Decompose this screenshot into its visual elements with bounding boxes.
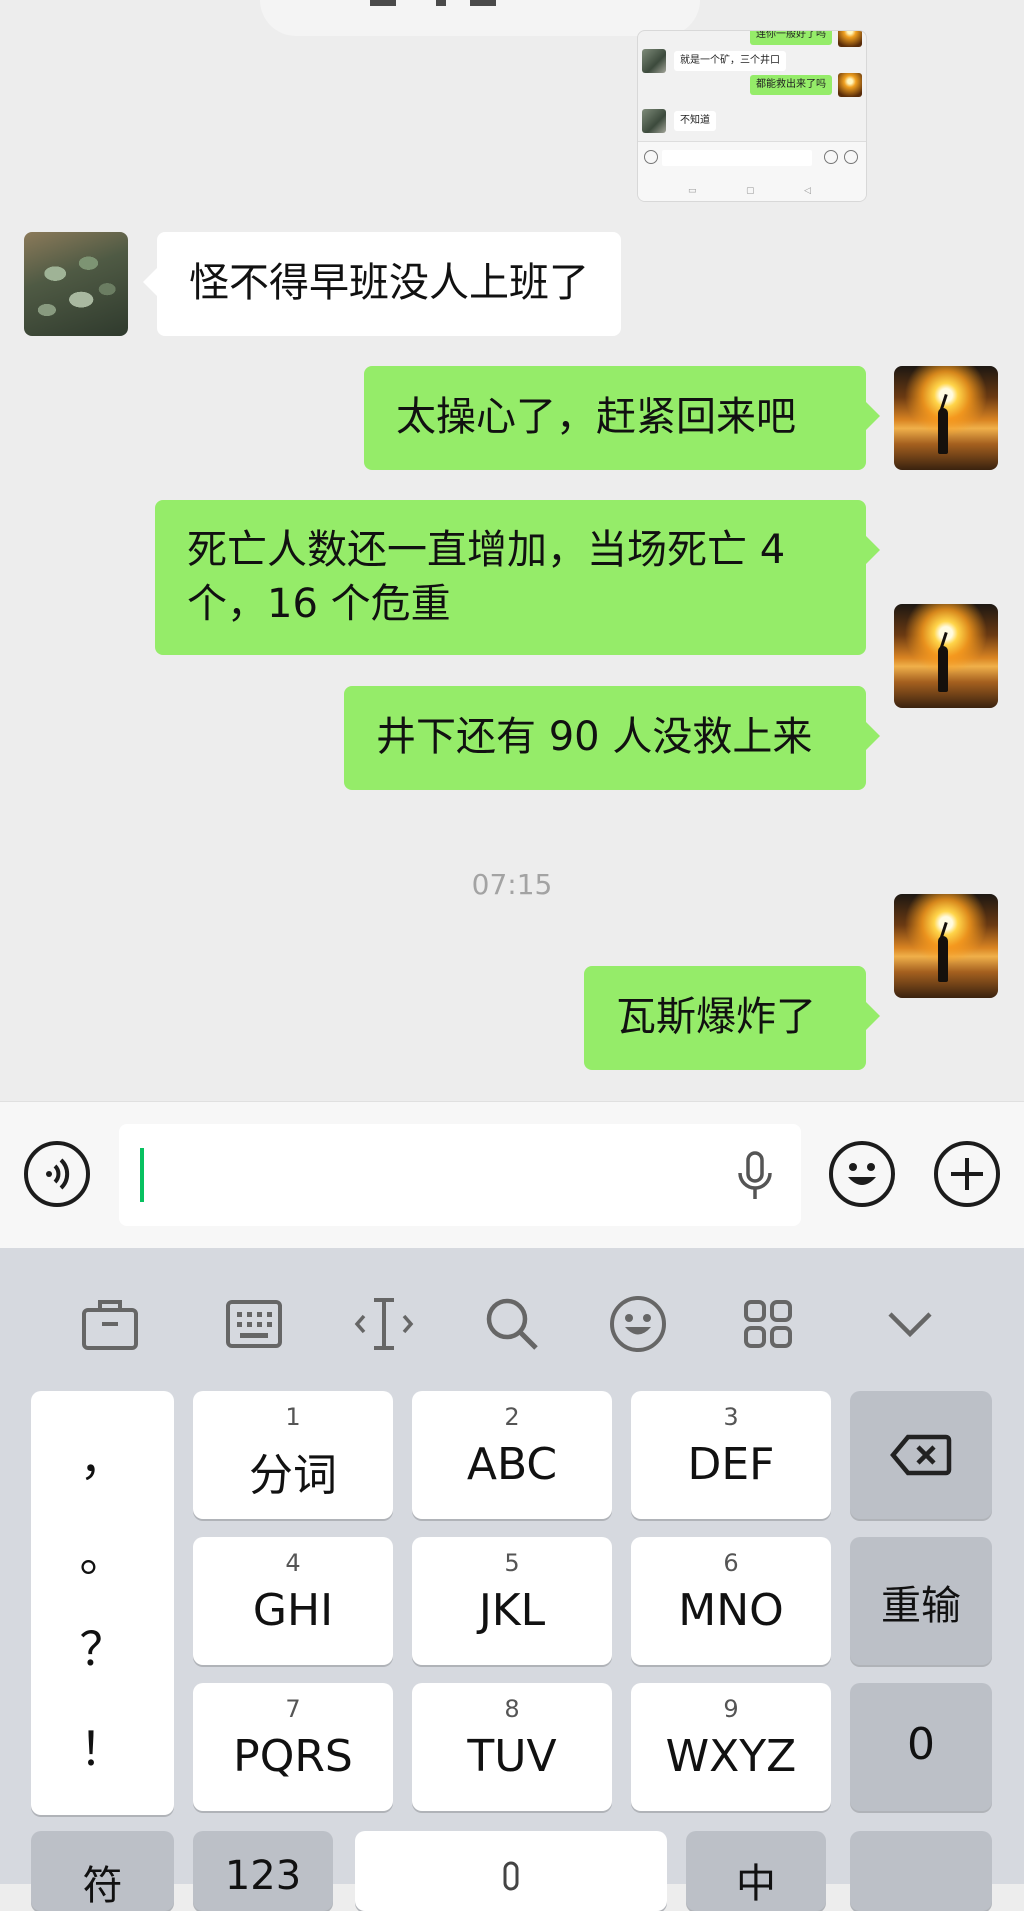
key-number: 9	[723, 1695, 739, 1723]
key-6[interactable]: 6 MNO	[631, 1537, 831, 1665]
key-label: GHI	[252, 1585, 334, 1636]
key-label: MNO	[678, 1585, 784, 1636]
key-label: 123	[224, 1853, 302, 1899]
key-1[interactable]: 1 分词	[193, 1391, 393, 1519]
message-text: 死亡人数还一直增加，当场死亡 4 个，16 个危重	[187, 527, 786, 627]
language-key[interactable]: 中	[686, 1831, 826, 1911]
key-label: TUV	[467, 1731, 557, 1782]
grid-icon[interactable]	[738, 1294, 798, 1354]
message-input[interactable]	[119, 1124, 801, 1226]
key-number: 6	[723, 1549, 739, 1577]
thumb-bubble: 都能救出来了吗	[750, 75, 832, 95]
key-label: ABC	[466, 1439, 558, 1490]
key-3[interactable]: 3 DEF	[631, 1391, 831, 1519]
message-text: 瓦斯爆炸了	[616, 994, 816, 1040]
key-0[interactable]: 0	[850, 1683, 992, 1811]
key-number: 5	[504, 1549, 520, 1577]
message-timestamp: 07:15	[471, 868, 553, 901]
key-number: 7	[285, 1695, 301, 1723]
thumb-nav-home: ▢	[746, 186, 755, 196]
thumb-avatar	[838, 31, 862, 47]
emoji-icon[interactable]	[829, 1141, 895, 1207]
key-label: 符	[82, 1863, 123, 1909]
thumb-bubble: 不知道	[674, 111, 716, 131]
my-avatar[interactable]	[894, 604, 998, 708]
thumb-voice-icon	[644, 150, 658, 164]
key-label: JKL	[478, 1585, 546, 1636]
key-label: DEF	[687, 1439, 775, 1490]
message-text: 太操心了，赶紧回来吧	[396, 394, 796, 440]
thumb-nav-back: ◁	[804, 186, 811, 196]
toolbox-icon[interactable]	[80, 1294, 140, 1354]
embedded-screenshot-thumbnail[interactable]: 连你一般好了吗 就是一个矿，三个井口 都能救出来了吗 不知道 ▭ ▢ ◁	[637, 30, 867, 202]
text-caret	[140, 1148, 144, 1202]
thumb-plus-icon	[844, 150, 858, 164]
key-number: 3	[723, 1403, 739, 1431]
message-bubble[interactable]: 井下还有 90 人没救上来	[344, 686, 880, 790]
cursor-icon[interactable]	[354, 1294, 414, 1354]
embedded-screenshot-top	[260, 0, 700, 36]
reinput-key[interactable]: 重输	[850, 1537, 992, 1665]
key-2[interactable]: 2 ABC	[412, 1391, 612, 1519]
search-icon[interactable]	[482, 1294, 542, 1354]
key-label: 0	[907, 1719, 935, 1770]
thumb-avatar	[838, 73, 862, 97]
space-key[interactable]	[355, 1831, 667, 1911]
voice-icon[interactable]	[24, 1141, 90, 1207]
my-avatar[interactable]	[894, 366, 998, 470]
symbol-key[interactable]: 符	[31, 1831, 174, 1911]
mic-icon	[503, 1861, 519, 1891]
plus-icon[interactable]	[934, 1141, 1000, 1207]
chevron-down-icon[interactable]	[880, 1294, 940, 1354]
message-bubble[interactable]: 太操心了，赶紧回来吧	[364, 366, 880, 470]
key-label: WXYZ	[665, 1731, 797, 1782]
thumb-bubble: 连你一般好了吗	[750, 31, 832, 45]
contact-avatar[interactable]	[24, 232, 128, 336]
thumb-input-bar: ▭ ▢ ◁	[638, 141, 866, 201]
message-text: 怪不得早班没人上班了	[189, 260, 589, 306]
backspace-icon	[890, 1434, 952, 1476]
message-bubble[interactable]: 怪不得早班没人上班了	[143, 232, 621, 336]
key-number: 1	[285, 1403, 301, 1431]
emoji-icon[interactable]	[608, 1294, 668, 1354]
key-label: 中	[736, 1861, 776, 1907]
thumb-nav-menu: ▭	[688, 186, 697, 196]
my-avatar[interactable]	[894, 894, 998, 998]
thumb-avatar	[642, 49, 666, 73]
message-bubble[interactable]: 死亡人数还一直增加，当场死亡 4 个，16 个危重	[155, 500, 880, 655]
key-5[interactable]: 5 JKL	[412, 1537, 612, 1665]
key-7[interactable]: 7 PQRS	[193, 1683, 393, 1811]
key-label: 分词	[249, 1450, 337, 1501]
punctuation-key[interactable]: ？	[31, 1613, 174, 1679]
punctuation-key[interactable]: ！	[31, 1713, 174, 1779]
punctuation-key[interactable]: ，	[31, 1423, 174, 1489]
key-label: PQRS	[233, 1731, 353, 1782]
backspace-key[interactable]	[850, 1391, 992, 1519]
enter-key[interactable]	[850, 1831, 992, 1911]
key-4[interactable]: 4 GHI	[193, 1537, 393, 1665]
thumb-input-field	[662, 150, 812, 166]
message-text: 井下还有 90 人没救上来	[376, 714, 813, 760]
key-8[interactable]: 8 TUV	[412, 1683, 612, 1811]
keyboard-icon[interactable]	[224, 1294, 284, 1354]
punctuation-key[interactable]: 。	[31, 1519, 174, 1585]
punctuation-column[interactable]: ， 。 ？ ！	[31, 1391, 174, 1815]
key-number: 8	[504, 1695, 520, 1723]
thumb-avatar	[642, 109, 666, 133]
key-number: 2	[504, 1403, 520, 1431]
message-bubble[interactable]: 瓦斯爆炸了	[584, 966, 880, 1070]
number-mode-key[interactable]: 123	[193, 1831, 333, 1911]
key-number: 4	[285, 1549, 301, 1577]
thumb-emoji-icon	[824, 150, 838, 164]
mic-icon[interactable]	[734, 1151, 776, 1203]
key-9[interactable]: 9 WXYZ	[631, 1683, 831, 1811]
key-label: 重输	[881, 1583, 961, 1629]
thumb-bubble: 就是一个矿，三个井口	[674, 51, 786, 71]
